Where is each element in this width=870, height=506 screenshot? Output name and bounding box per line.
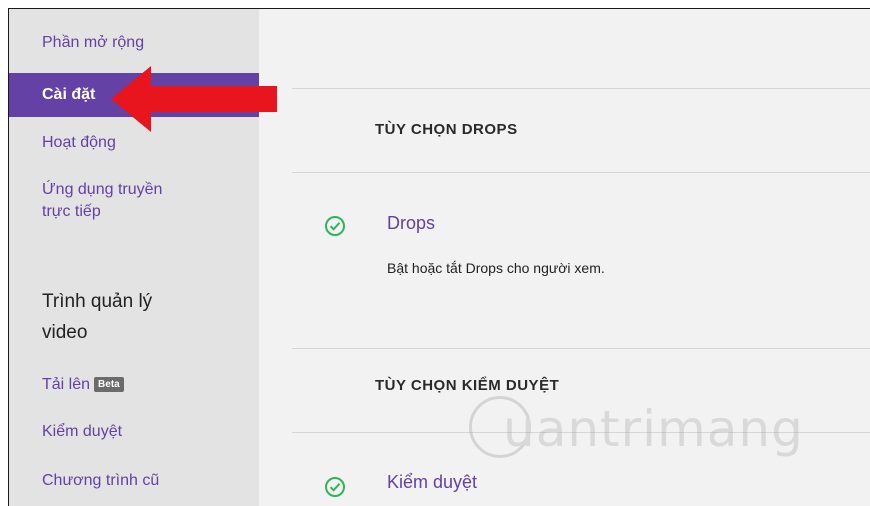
video-manager-heading: Trình quản lý video [42, 286, 242, 348]
sidebar-item-label: Tải lên [42, 376, 91, 393]
red-arrow-annotation [111, 66, 277, 132]
sidebar-item-label: trực tiếp [42, 203, 101, 220]
sidebar-item-label: Ứng dụng truyền [42, 181, 163, 198]
check-circle-icon [325, 477, 345, 497]
heading-line: video [42, 322, 88, 343]
moderation-section-title: TÙY CHỌN KIỂM DUYỆT [375, 377, 560, 394]
sidebar-item-legacy-programs[interactable]: Chương trình cũ [9, 469, 259, 492]
drops-option-title[interactable]: Drops [387, 213, 435, 234]
check-circle-icon [325, 216, 345, 236]
settings-main: TÙY CHỌN DROPS Drops Bật hoặc tắt Drops … [259, 9, 870, 506]
drops-section-title: TÙY CHỌN DROPS [375, 121, 518, 138]
sidebar-item-extensions[interactable]: Phần mở rộng [9, 31, 259, 54]
sidebar-item-upload[interactable]: Tải lên Beta [9, 373, 259, 396]
divider [292, 88, 870, 89]
app-frame: Phần mở rộng Cài đặt Hoạt động Ứng dụng … [8, 8, 870, 506]
drops-option-description: Bật hoặc tắt Drops cho người xem. [387, 260, 605, 276]
divider [292, 172, 870, 173]
sidebar-item-moderation[interactable]: Kiểm duyệt [9, 420, 259, 443]
sidebar-item-broadcast-apps[interactable]: Ứng dụng truyền trực tiếp [9, 179, 259, 223]
heading-line: Trình quản lý [42, 291, 153, 312]
divider [292, 348, 870, 349]
moderation-option-title[interactable]: Kiểm duyệt [387, 472, 477, 493]
divider [292, 432, 870, 433]
beta-badge: Beta [94, 377, 124, 392]
